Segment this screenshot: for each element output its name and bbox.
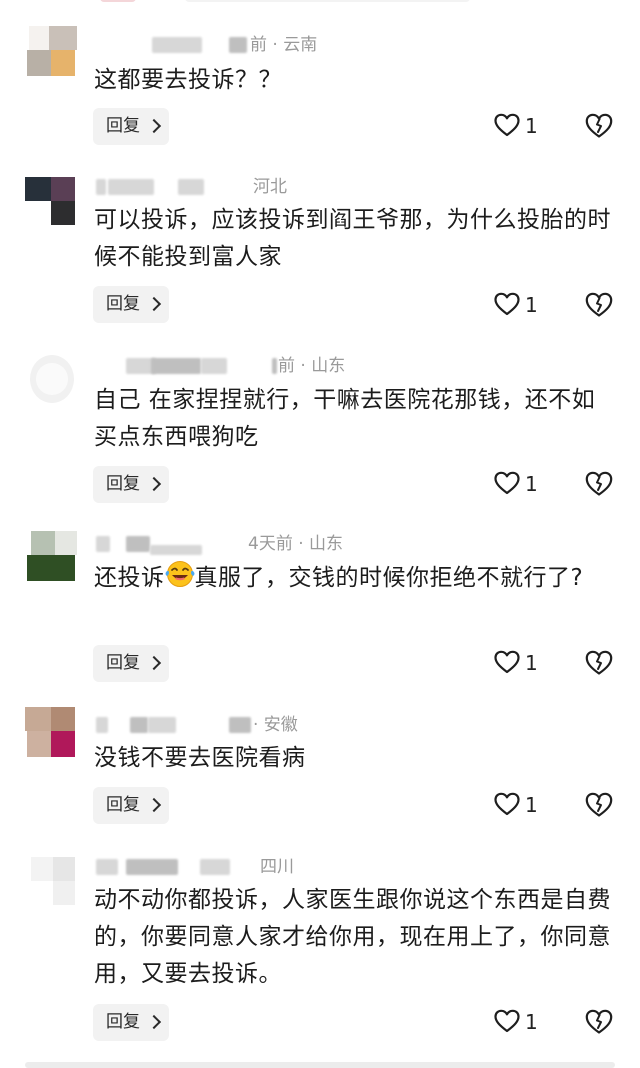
broken-heart-icon — [585, 792, 613, 817]
reply-button[interactable]: 回复 — [93, 645, 169, 682]
time-location: 4天前 · 山东 — [248, 534, 344, 554]
comment-text: 动不动你都投诉，人家医生跟你说这个东西是自费的，你要同意人家才给你用，现在用上了… — [94, 887, 611, 987]
like-button[interactable]: 1 — [494, 111, 544, 141]
comment-text: 还投诉 真服了，交钱的时候你拒绝不就行了? — [94, 560, 614, 600]
like-count: 1 — [525, 793, 538, 817]
like-button[interactable]: 1 — [494, 290, 544, 320]
bottom-divider — [25, 1062, 615, 1068]
avatar[interactable] — [25, 855, 77, 907]
chevron-right-icon — [146, 296, 162, 312]
like-count: 1 — [525, 114, 538, 138]
comment-text-part: 真服了，交钱的时候你拒绝不就行了? — [194, 565, 584, 591]
broken-heart-icon — [585, 650, 613, 675]
broken-heart-icon — [585, 292, 613, 317]
username-blurred[interactable] — [96, 179, 106, 195]
reply-button[interactable]: 回复 — [93, 466, 169, 503]
comment-text: 自己 在家捏捏就行，干嘛去医院花那钱，还不如买点东西喂狗吃 — [94, 387, 596, 450]
top-cutoff-element — [100, 0, 136, 2]
username-blurred[interactable] — [151, 358, 201, 374]
username-blurred[interactable] — [96, 717, 108, 733]
time-blurred — [229, 717, 251, 733]
broken-heart-icon — [585, 113, 613, 138]
like-button[interactable]: 1 — [494, 648, 544, 678]
username-blurred[interactable] — [126, 859, 178, 875]
time-blurred — [178, 179, 204, 195]
reply-button[interactable]: 回复 — [93, 787, 169, 824]
like-count: 1 — [525, 293, 538, 317]
dislike-button[interactable] — [585, 648, 615, 678]
chevron-right-icon — [146, 1014, 162, 1030]
comment-text: 这都要去投诉？？ — [94, 67, 282, 93]
comment-text: 没钱不要去医院看病 — [94, 745, 306, 771]
heart-outline-icon — [494, 792, 520, 816]
comment-text: 可以投诉，应该投诉到阎王爷那，为什么投胎的时候不能投到富人家 — [94, 207, 611, 270]
heart-outline-icon — [494, 471, 520, 495]
avatar[interactable] — [25, 531, 77, 583]
like-button[interactable]: 1 — [494, 469, 544, 499]
heart-outline-icon — [494, 1009, 520, 1033]
dislike-button[interactable] — [585, 469, 615, 499]
chevron-right-icon — [146, 655, 162, 671]
top-cutoff-element — [185, 0, 470, 2]
heart-outline-icon — [494, 113, 520, 137]
broken-heart-icon — [585, 471, 613, 496]
username-blurred[interactable] — [126, 536, 150, 552]
reply-label: 回复 — [106, 294, 140, 314]
dislike-button[interactable] — [585, 111, 615, 141]
time-location: · 安徽 — [253, 715, 298, 735]
reply-label: 回复 — [106, 1012, 140, 1032]
laughing-crying-emoji-icon — [165, 560, 195, 600]
heart-outline-icon — [494, 292, 520, 316]
username-blurred[interactable] — [200, 859, 230, 875]
dislike-button[interactable] — [585, 790, 615, 820]
avatar[interactable] — [25, 707, 77, 759]
time-blurred — [272, 358, 277, 374]
like-count: 1 — [525, 651, 538, 675]
dislike-button[interactable] — [585, 290, 615, 320]
avatar[interactable] — [30, 355, 74, 403]
username-blurred[interactable] — [148, 717, 176, 733]
time-location: 前 · 云南 — [250, 35, 318, 55]
username-blurred[interactable] — [152, 37, 202, 53]
chevron-right-icon — [146, 118, 162, 134]
chevron-right-icon — [146, 476, 162, 492]
username-blurred[interactable] — [130, 717, 148, 733]
heart-outline-icon — [494, 650, 520, 674]
reply-label: 回复 — [106, 474, 140, 494]
comment-text-part: 还投诉 — [94, 565, 165, 591]
time-location: 四川 — [260, 857, 294, 877]
dislike-button[interactable] — [585, 1007, 615, 1037]
like-button[interactable]: 1 — [494, 790, 544, 820]
avatar[interactable] — [25, 175, 77, 227]
broken-heart-icon — [585, 1009, 613, 1034]
username-blurred[interactable] — [108, 179, 154, 195]
reply-label: 回复 — [106, 795, 140, 815]
time-blurred — [229, 37, 247, 53]
like-count: 1 — [525, 1010, 538, 1034]
reply-button[interactable]: 回复 — [93, 286, 169, 323]
top-edge — [0, 0, 640, 8]
time-location: 河北 — [253, 177, 287, 197]
reply-label: 回复 — [106, 116, 140, 136]
username-blurred[interactable] — [150, 545, 202, 555]
reply-label: 回复 — [106, 653, 140, 673]
chevron-right-icon — [146, 797, 162, 813]
like-count: 1 — [525, 472, 538, 496]
like-button[interactable]: 1 — [494, 1007, 544, 1037]
avatar[interactable] — [25, 26, 77, 78]
time-location: 前 · 山东 — [278, 356, 346, 376]
reply-button[interactable]: 回复 — [93, 108, 169, 145]
username-blurred[interactable] — [96, 536, 110, 552]
reply-button[interactable]: 回复 — [93, 1004, 169, 1041]
username-blurred[interactable] — [96, 859, 118, 875]
username-blurred[interactable] — [201, 358, 227, 374]
